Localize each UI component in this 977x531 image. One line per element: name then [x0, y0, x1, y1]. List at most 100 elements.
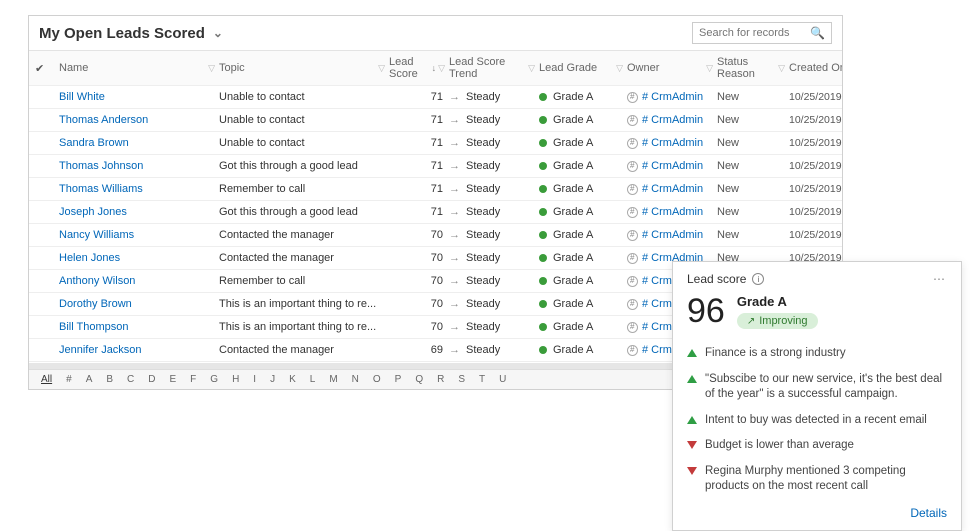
lead-name-link[interactable]: Bill Thompson	[59, 321, 129, 333]
grade-cell: Grade A	[539, 344, 627, 356]
owner-icon	[627, 276, 638, 287]
lead-name-link[interactable]: Thomas Johnson	[59, 160, 143, 172]
arrow-right-icon: →	[449, 137, 460, 149]
table-row[interactable]: Bill White Unable to contact 71 →Steady …	[29, 86, 842, 109]
filter-icon[interactable]: ▽	[706, 63, 717, 74]
col-leadscore[interactable]: Lead Score↓▽	[389, 56, 449, 80]
owner-cell[interactable]: # CrmAdmin	[627, 160, 717, 172]
owner-cell[interactable]: # CrmAdmin	[627, 229, 717, 241]
dot-green-icon	[539, 93, 547, 101]
arrow-right-icon: →	[449, 114, 460, 126]
az-letter[interactable]: G	[210, 374, 218, 385]
table-row[interactable]: Thomas Anderson Unable to contact 71 →St…	[29, 109, 842, 132]
lead-name-link[interactable]: Nancy Williams	[59, 229, 134, 241]
az-letter[interactable]: Q	[415, 374, 423, 385]
filter-icon[interactable]: ▽	[528, 63, 539, 74]
table-row[interactable]: Joseph Jones Got this through a good lea…	[29, 201, 842, 224]
search-box[interactable]: 🔍	[692, 22, 832, 44]
az-letter[interactable]: F	[190, 374, 196, 385]
filter-icon[interactable]: ▽	[778, 63, 789, 74]
search-icon[interactable]: 🔍	[810, 26, 825, 40]
grade-cell: Grade A	[539, 275, 627, 287]
created-cell: 10/25/2019 11:33 PM	[789, 183, 842, 195]
az-letter[interactable]: J	[270, 374, 275, 385]
filter-icon[interactable]: ▽	[616, 63, 627, 74]
col-status[interactable]: Status Reason▽	[717, 56, 789, 80]
score-block: 96 Grade A ↗ Improving	[687, 292, 947, 331]
owner-cell[interactable]: # CrmAdmin	[627, 137, 717, 149]
owner-link[interactable]: # CrmAdmin	[642, 183, 703, 195]
lead-name-link[interactable]: Thomas Williams	[59, 183, 143, 195]
dot-green-icon	[539, 231, 547, 239]
filter-icon[interactable]: ▽	[438, 63, 449, 74]
az-letter[interactable]: M	[329, 374, 337, 385]
owner-icon	[627, 207, 638, 218]
az-letter[interactable]: E	[170, 374, 177, 385]
lead-name-link[interactable]: Anthony Wilson	[59, 275, 135, 287]
search-input[interactable]	[699, 27, 809, 39]
owner-link[interactable]: # CrmAdmin	[642, 137, 703, 149]
az-letter[interactable]: R	[437, 374, 444, 385]
lead-name-link[interactable]: Bill White	[59, 91, 105, 103]
details-link[interactable]: Details	[687, 506, 947, 520]
owner-link[interactable]: # CrmAdmin	[642, 91, 703, 103]
lead-name-link[interactable]: Joseph Jones	[59, 206, 127, 218]
owner-cell[interactable]: # CrmAdmin	[627, 114, 717, 126]
owner-cell[interactable]: # CrmAdmin	[627, 91, 717, 103]
col-name[interactable]: Name▽	[59, 62, 219, 74]
az-letter[interactable]: N	[352, 374, 359, 385]
filter-icon[interactable]: ▽	[378, 63, 389, 74]
az-letter[interactable]: T	[479, 374, 485, 385]
az-letter[interactable]: H	[232, 374, 239, 385]
az-letter[interactable]: B	[106, 374, 113, 385]
col-owner[interactable]: Owner▽	[627, 62, 717, 74]
owner-cell[interactable]: # CrmAdmin	[627, 206, 717, 218]
more-icon[interactable]: ⋯	[933, 272, 947, 286]
table-row[interactable]: Nancy Williams Contacted the manager 70 …	[29, 224, 842, 247]
table-row[interactable]: Sandra Brown Unable to contact 71 →Stead…	[29, 132, 842, 155]
table-row[interactable]: Thomas Williams Remember to call 71 →Ste…	[29, 178, 842, 201]
az-letter[interactable]: P	[395, 374, 402, 385]
info-icon[interactable]: i	[752, 273, 764, 285]
owner-link[interactable]: # CrmAdmin	[642, 229, 703, 241]
topic-cell: Got this through a good lead	[219, 160, 389, 172]
col-created[interactable]: Created On▽	[789, 62, 842, 74]
arrow-right-icon: →	[449, 183, 460, 195]
lead-name-link[interactable]: Dorothy Brown	[59, 298, 132, 310]
arrow-right-icon: →	[449, 344, 460, 356]
trend-cell: →Steady	[449, 91, 539, 103]
owner-link[interactable]: # CrmAdmin	[642, 160, 703, 172]
az-letter[interactable]: D	[148, 374, 155, 385]
owner-icon	[627, 115, 638, 126]
owner-link[interactable]: # CrmAdmin	[642, 206, 703, 218]
lead-name-link[interactable]: Jennifer Jackson	[59, 344, 142, 356]
view-title[interactable]: My Open Leads Scored ⌄	[39, 25, 223, 42]
az-letter[interactable]: A	[86, 374, 93, 385]
col-trend[interactable]: Lead Score Trend▽	[449, 56, 539, 80]
az-letter[interactable]: I	[253, 374, 256, 385]
owner-link[interactable]: # CrmAdmin	[642, 114, 703, 126]
az-letter[interactable]: C	[127, 374, 134, 385]
topic-cell: This is an important thing to re...	[219, 298, 389, 310]
az-letter[interactable]: All	[41, 374, 52, 385]
az-letter[interactable]: U	[499, 374, 506, 385]
az-letter[interactable]: K	[289, 374, 296, 385]
col-grade[interactable]: Lead Grade▽	[539, 62, 627, 74]
lead-name-link[interactable]: Thomas Anderson	[59, 114, 148, 126]
trend-cell: →Steady	[449, 160, 539, 172]
triangle-down-icon	[687, 467, 697, 475]
az-letter[interactable]: O	[373, 374, 381, 385]
select-all-check[interactable]: ✔	[35, 62, 59, 75]
dot-green-icon	[539, 208, 547, 216]
lead-name-link[interactable]: Sandra Brown	[59, 137, 129, 149]
trend-cell: →Steady	[449, 252, 539, 264]
az-letter[interactable]: S	[458, 374, 465, 385]
az-letter[interactable]: L	[310, 374, 316, 385]
col-topic[interactable]: Topic▽	[219, 62, 389, 74]
lead-name-link[interactable]: Helen Jones	[59, 252, 120, 264]
owner-cell[interactable]: # CrmAdmin	[627, 183, 717, 195]
filter-icon[interactable]: ▽	[208, 63, 219, 74]
table-row[interactable]: Thomas Johnson Got this through a good l…	[29, 155, 842, 178]
score-cell: 70	[389, 321, 449, 333]
az-letter[interactable]: #	[66, 374, 72, 385]
